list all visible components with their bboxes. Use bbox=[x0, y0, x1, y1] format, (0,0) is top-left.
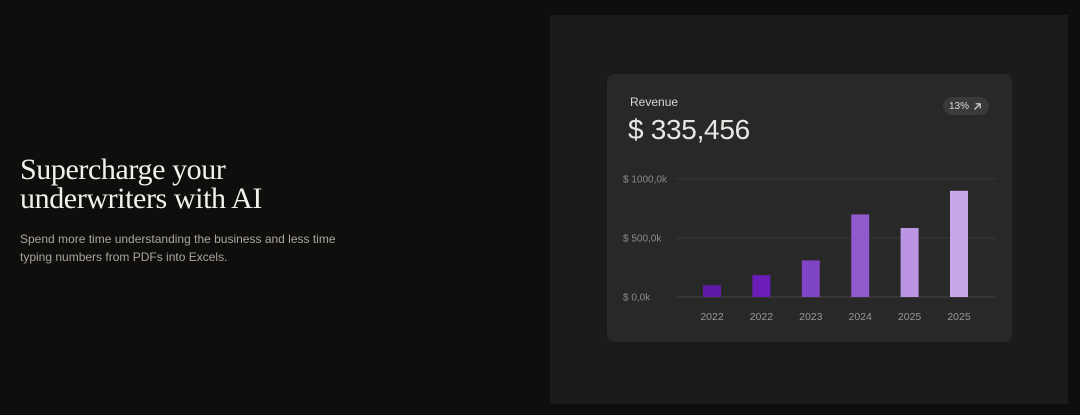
x-tick-label: 2022 bbox=[700, 311, 724, 323]
hero-title-line-1: Supercharge your bbox=[20, 153, 226, 186]
bar bbox=[900, 227, 919, 297]
y-tick-label: $ 500,0k bbox=[623, 234, 662, 245]
bar bbox=[703, 285, 721, 297]
x-tick-label: 2025 bbox=[898, 311, 922, 323]
hero-subtitle: Spend more time understanding the busine… bbox=[20, 232, 336, 264]
hero-title: Supercharge your underwriters with AI bbox=[20, 153, 400, 215]
x-tick-label: 2025 bbox=[947, 311, 971, 323]
bar bbox=[752, 275, 771, 297]
revenue-card: Revenue $ 335,456 13% $ 0,0k $ 500,0k $ 10… bbox=[607, 74, 1012, 342]
page: Supercharge your underwriters with AI Sp… bbox=[0, 0, 1080, 415]
preview-panel: Revenue $ 335,456 13% $ 0,0k $ 500,0k $ 10… bbox=[550, 15, 1068, 404]
hero-section: Supercharge your underwriters with AI Sp… bbox=[20, 155, 400, 266]
bar bbox=[851, 214, 870, 297]
bar bbox=[801, 260, 820, 297]
x-tick-label: 2023 bbox=[799, 311, 823, 323]
x-tick-label: 2024 bbox=[849, 311, 873, 323]
y-tick-label: $ 1000,0k bbox=[623, 175, 668, 186]
hero-title-line-2: underwriters with AI bbox=[20, 182, 262, 215]
revenue-bar-chart: $ 0,0k $ 500,0k $ 1000,0k 2022 2022 2023 2024 2… bbox=[623, 175, 996, 323]
bar bbox=[950, 190, 968, 297]
y-tick-label: $ 0,0k bbox=[623, 293, 651, 304]
x-tick-label: 2022 bbox=[750, 311, 774, 323]
